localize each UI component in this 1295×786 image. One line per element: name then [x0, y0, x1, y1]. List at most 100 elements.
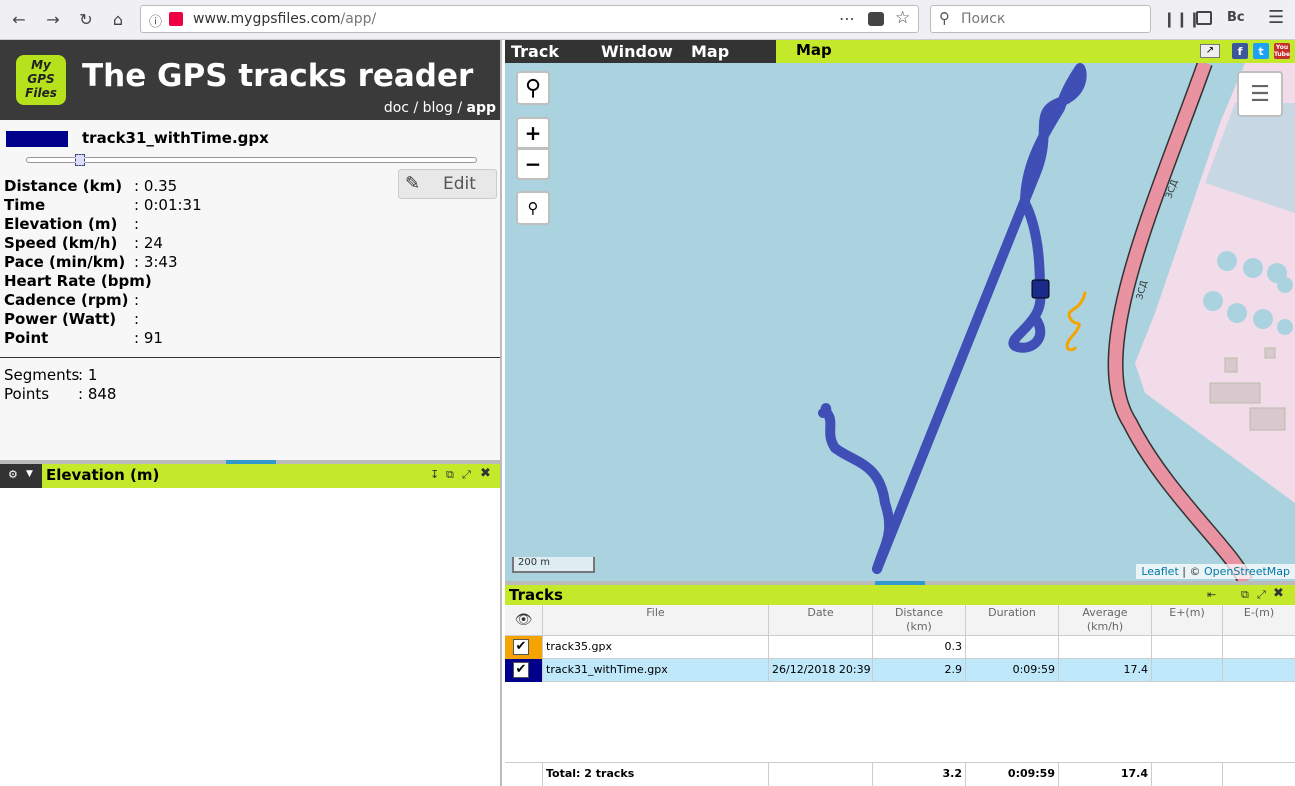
close-icon[interactable]: ✖: [480, 466, 491, 481]
column-eminus[interactable]: E-(m): [1223, 605, 1295, 636]
facebook-icon[interactable]: f: [1232, 43, 1248, 59]
current-point-marker[interactable]: [1031, 279, 1050, 299]
track-color-swatch: [6, 131, 68, 147]
column-date[interactable]: Date: [769, 605, 873, 636]
download-icon[interactable]: ↧: [430, 468, 439, 481]
table-row[interactable]: ✔ track35.gpx 0.3: [505, 636, 1295, 659]
stat-label: Elevation (m): [4, 215, 118, 233]
maximize-icon[interactable]: ⤢: [462, 468, 471, 482]
collapse-icon[interactable]: ⇤: [1207, 588, 1216, 601]
elevation-panel-title: Elevation (m): [46, 466, 160, 484]
zoom-in-label: +: [524, 121, 542, 145]
column-file[interactable]: File: [543, 605, 769, 636]
track-visible-checkbox[interactable]: ✔: [513, 662, 529, 678]
visibility-column-header[interactable]: 👁: [505, 605, 543, 636]
browser-search-input[interactable]: ⚲ Поиск: [930, 5, 1151, 33]
search-placeholder: Поиск: [961, 11, 1006, 27]
cell-eplus: [1152, 636, 1223, 659]
track-visible-checkbox[interactable]: ✔: [513, 639, 529, 655]
search-map-button[interactable]: ⚲: [516, 71, 550, 105]
column-distance[interactable]: Distance (km): [873, 605, 966, 636]
logo-line-3: Files: [25, 86, 57, 100]
track-blue-loop: [1008, 63, 1087, 353]
cell-date: [769, 636, 873, 659]
stat-label: Speed (km/h): [4, 234, 118, 252]
app-title: The GPS tracks reader: [82, 58, 474, 94]
popout-icon[interactable]: ⧉: [446, 468, 454, 482]
back-button[interactable]: ←: [6, 6, 32, 32]
app-logo[interactable]: My GPS Files: [16, 55, 66, 105]
bookmark-star-icon[interactable]: ☆: [895, 8, 910, 28]
twitter-icon[interactable]: t: [1253, 43, 1269, 59]
cell-duration: [966, 636, 1059, 659]
stat-value: :: [134, 215, 140, 233]
doc-link[interactable]: doc: [384, 100, 409, 116]
sidebar-icon[interactable]: [1196, 11, 1212, 25]
maximize-icon[interactable]: ⤢: [1257, 588, 1266, 602]
leaflet-link[interactable]: Leaflet: [1141, 565, 1178, 578]
map-attribution: Leaflet | © OpenStreetMap: [1136, 564, 1295, 579]
eye-icon: 👁: [514, 612, 533, 628]
zoom-in-button[interactable]: +: [516, 117, 550, 149]
forward-button[interactable]: →: [40, 6, 66, 32]
stat-value: :: [134, 272, 140, 290]
cell-eminus: [1223, 636, 1295, 659]
search-icon: ⚲: [939, 9, 950, 27]
stat-label: Cadence (rpm): [4, 291, 129, 309]
home-button[interactable]: ⌂: [105, 6, 131, 32]
stat-label: Time: [4, 196, 46, 214]
stat-value: :: [134, 291, 140, 309]
track-point-slider[interactable]: [26, 157, 477, 163]
totals-label: Total: 2 tracks: [543, 763, 769, 786]
blog-link[interactable]: blog: [423, 100, 453, 116]
stat-label: Point: [4, 329, 49, 347]
elevation-settings-button[interactable]: ⚙ ▼: [0, 464, 42, 488]
app-link[interactable]: app: [467, 100, 497, 116]
gear-icon: ⚙: [8, 468, 18, 481]
layers-icon: ☰: [1250, 81, 1270, 107]
elevation-panel-header: ⚙ ▼ Elevation (m) ↧ ⧉ ⤢ ✖: [0, 464, 500, 488]
map-view[interactable]: ЗСД ЗСД ⚲ + − ⚲ ☰ 200 m Leaflet | © Open…: [505, 63, 1295, 581]
map-pin-icon: ⚲: [527, 199, 539, 217]
youtube-icon[interactable]: You Tube: [1274, 43, 1290, 59]
info-icon[interactable]: ⓘ: [149, 11, 162, 30]
fullscreen-icon[interactable]: ↗: [1200, 44, 1220, 58]
column-average[interactable]: Average (km/h): [1059, 605, 1152, 636]
menu-window[interactable]: Window: [601, 42, 673, 61]
tracks-panel-header: Tracks ⇤ ⧉ ⤢ ✖: [505, 585, 1295, 605]
table-row[interactable]: ✔ track31_withTime.gpx 26/12/2018 20:39 2.9…: [505, 659, 1295, 682]
reload-button[interactable]: ↻: [73, 6, 99, 32]
tracks-panel-title: Tracks: [509, 586, 563, 604]
edit-button[interactable]: ✎ Edit: [398, 169, 497, 199]
menu-icon[interactable]: ☰: [1268, 7, 1284, 28]
locate-button[interactable]: ⚲: [516, 191, 550, 225]
cell-eplus: [1152, 659, 1223, 682]
map-canvas[interactable]: ЗСД ЗСД: [505, 63, 1295, 581]
column-eplus[interactable]: E+(m): [1152, 605, 1223, 636]
page-actions-icon[interactable]: ⋯: [839, 9, 855, 28]
summary-label: Segments: [4, 366, 80, 384]
layers-button[interactable]: ☰: [1237, 71, 1283, 117]
totals-eplus: [1152, 763, 1223, 786]
osm-link[interactable]: OpenStreetMap: [1204, 565, 1290, 578]
popout-icon[interactable]: ⧉: [1241, 588, 1249, 602]
road-label: ЗСД: [1135, 280, 1150, 301]
cell-file: track31_withTime.gpx: [543, 659, 769, 682]
stat-value: : 24: [134, 234, 163, 252]
tracks-table: 👁 File Date Distance (km) Duration Avera…: [505, 605, 1295, 786]
stat-label: Heart Rate (bpm): [4, 272, 152, 290]
track-color-cell[interactable]: ✔: [505, 659, 543, 682]
zoom-out-button[interactable]: −: [516, 148, 550, 180]
column-duration[interactable]: Duration: [966, 605, 1059, 636]
edit-label: Edit: [443, 174, 476, 194]
stat-value: : 0.35: [134, 177, 178, 195]
address-bar[interactable]: ⓘ www.mygpsfiles.com/app/ ⋯ ☆: [140, 5, 919, 33]
slider-handle[interactable]: [75, 154, 86, 166]
menu-track[interactable]: Track: [511, 42, 559, 61]
extension-icon[interactable]: Bc: [1227, 10, 1245, 25]
magnifier-icon: ⚲: [524, 75, 542, 101]
close-icon[interactable]: ✖: [1273, 586, 1284, 601]
pocket-icon[interactable]: [868, 12, 884, 26]
track-color-cell[interactable]: ✔: [505, 636, 543, 659]
menu-map[interactable]: Map: [691, 42, 729, 61]
